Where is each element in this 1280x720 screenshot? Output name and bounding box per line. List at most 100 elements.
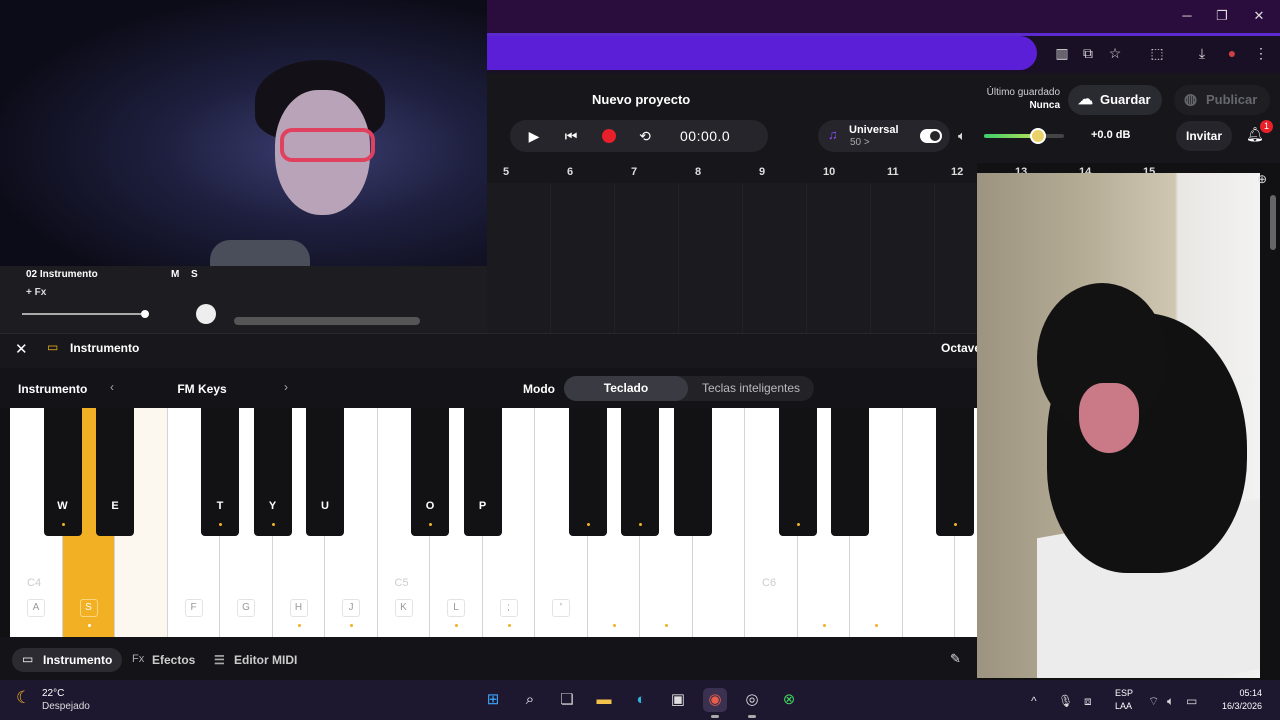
add-fx-button[interactable]: + Fx <box>26 287 46 298</box>
task-view-icon[interactable]: ❏ <box>555 688 579 712</box>
clock-date[interactable]: 16/3/2026 <box>1200 701 1262 711</box>
solo-button[interactable]: S <box>191 269 198 280</box>
search-icon[interactable]: ⌕ <box>518 688 542 712</box>
weather-temp[interactable]: 22°C <box>42 688 64 699</box>
zoom-icon[interactable]: ⊕ <box>1257 172 1267 186</box>
close-icon[interactable]: ✕ <box>15 340 28 358</box>
key-dot <box>297 624 301 627</box>
instrument-preset-pill[interactable]: ♫ Universal 50 > <box>818 120 950 152</box>
key-shortcut-label: G <box>237 599 255 617</box>
pan-knob[interactable] <box>196 304 216 324</box>
sidebar-icon[interactable]: ▥ <box>1053 44 1071 62</box>
profile-avatar-icon[interactable]: ● <box>1223 44 1241 62</box>
black-key[interactable]: T <box>201 408 239 536</box>
black-key[interactable]: Y <box>253 408 292 536</box>
language-code[interactable]: ESP <box>1115 688 1133 698</box>
black-key[interactable]: O <box>411 408 449 536</box>
black-key[interactable] <box>621 408 659 536</box>
timeline-scrollbar[interactable] <box>234 317 420 325</box>
mode-keyboard-tab[interactable]: Teclado <box>564 376 688 401</box>
timeline-ruler[interactable]: 5 6 7 8 9 10 11 12 13 14 15 <box>487 163 1155 183</box>
chevron-up-icon[interactable]: ^ <box>1031 694 1037 708</box>
bookmark-star-icon[interactable]: ☆ <box>1106 44 1124 62</box>
key-shortcut-label: E <box>111 500 119 512</box>
key-shortcut-label: P <box>478 500 487 512</box>
chrome-icon[interactable]: ◉ <box>703 688 727 718</box>
black-key[interactable] <box>673 408 712 536</box>
chevron-right-icon[interactable]: › <box>284 380 288 394</box>
ruler-tick: 9 <box>759 166 766 178</box>
weather-condition[interactable]: Despejado <box>42 701 90 712</box>
record-icon[interactable] <box>602 129 616 143</box>
start-icon[interactable]: ⊞ <box>481 688 505 712</box>
wifi-icon[interactable]: ⌔ <box>1148 694 1159 709</box>
key-shortcut-label: W <box>57 500 68 512</box>
piano-keyboard[interactable]: C4 A S F G H J C5 K L; ' C6 W E T Y U O P <box>10 408 1008 637</box>
transport-controls: ▶ ⏮ ⟲ 00:00.0 <box>510 120 768 152</box>
black-key[interactable] <box>936 408 974 536</box>
mute-button[interactable]: M <box>171 269 179 280</box>
preset-toggle[interactable] <box>920 129 942 143</box>
black-key[interactable] <box>831 408 869 536</box>
obs-icon[interactable]: ◎ <box>740 688 764 718</box>
file-explorer-icon[interactable]: ▬ <box>592 688 616 712</box>
key-shortcut-label: ' <box>552 599 570 617</box>
microphone-icon[interactable]: 🎙︎ <box>1058 694 1073 708</box>
vertical-scrollbar[interactable] <box>1270 195 1276 250</box>
project-title[interactable]: Nuevo proyecto <box>592 92 690 107</box>
key-shortcut-label: O <box>425 500 435 512</box>
person-glasses <box>280 128 375 162</box>
maximize-icon[interactable]: ❐ <box>1212 8 1232 24</box>
last-saved-value: Nunca <box>1029 100 1060 111</box>
volume-tray-icon[interactable]: 🔈︎ <box>1167 694 1174 709</box>
key-dot <box>507 624 511 627</box>
download-icon[interactable]: ⤓ <box>1193 44 1211 62</box>
pencil-icon[interactable]: ✎ <box>950 651 961 667</box>
battery-icon[interactable]: ▭ <box>1186 694 1197 708</box>
publish-button-label: Publicar <box>1206 92 1258 107</box>
key-dot <box>665 624 668 627</box>
edge-icon[interactable]: ◐ <box>629 688 653 712</box>
layout-code[interactable]: LAA <box>1115 701 1132 711</box>
track-volume-slider[interactable] <box>22 313 146 315</box>
black-key[interactable]: E <box>96 408 134 536</box>
instrument-selector[interactable]: ‹ FM Keys › <box>104 376 300 400</box>
address-bar[interactable] <box>487 36 1037 70</box>
volume-knob[interactable] <box>1030 128 1046 144</box>
xbox-icon[interactable]: ⊗ <box>777 688 801 712</box>
clock-time[interactable]: 05:14 <box>1200 688 1262 698</box>
moon-weather-icon[interactable]: ☾ <box>16 688 36 708</box>
key-shortcut-label: T <box>216 500 224 512</box>
timeline-grid[interactable] <box>487 183 977 333</box>
save-button[interactable]: ☁ Guardar <box>1068 85 1162 115</box>
black-key[interactable] <box>778 408 817 536</box>
speaker-icon[interactable]: 🔈︎ <box>958 128 966 144</box>
network-icon[interactable]: ⧈ <box>1084 694 1092 709</box>
skip-back-icon[interactable]: ⏮ <box>563 128 579 144</box>
track-name[interactable]: 02 Instrumento <box>26 269 98 280</box>
publish-button[interactable]: ◍ Publicar <box>1174 85 1270 115</box>
black-key[interactable] <box>568 408 607 536</box>
black-key[interactable]: U <box>306 408 344 536</box>
key-dot <box>796 523 800 526</box>
key-dot <box>87 624 91 627</box>
play-icon[interactable]: ▶ <box>526 128 542 144</box>
close-window-icon[interactable]: ✕ <box>1249 8 1269 24</box>
minimize-icon[interactable]: ─ <box>1177 8 1197 23</box>
mode-smart-keys-tab[interactable]: Teclas inteligentes <box>688 376 814 401</box>
black-key[interactable]: W <box>43 408 82 536</box>
tab-effects[interactable]: Efectos <box>152 653 195 667</box>
cat-mouth <box>1079 383 1139 453</box>
track-volume-handle[interactable] <box>141 310 149 318</box>
webcam-overlay <box>0 0 487 273</box>
install-app-icon[interactable]: ⧉ <box>1079 44 1097 62</box>
browser-menu-icon[interactable]: ⋮ <box>1252 44 1270 62</box>
loop-icon[interactable]: ⟲ <box>637 128 653 144</box>
store-icon[interactable]: ▣ <box>666 688 690 712</box>
extensions-icon[interactable]: ⬚ <box>1148 44 1166 62</box>
tab-midi-editor[interactable]: Editor MIDI <box>234 653 297 667</box>
key-dot <box>350 624 353 627</box>
invite-button[interactable]: Invitar <box>1176 121 1232 151</box>
black-key[interactable]: P <box>463 408 502 536</box>
tab-instrument-label[interactable]: Instrumento <box>43 653 112 667</box>
